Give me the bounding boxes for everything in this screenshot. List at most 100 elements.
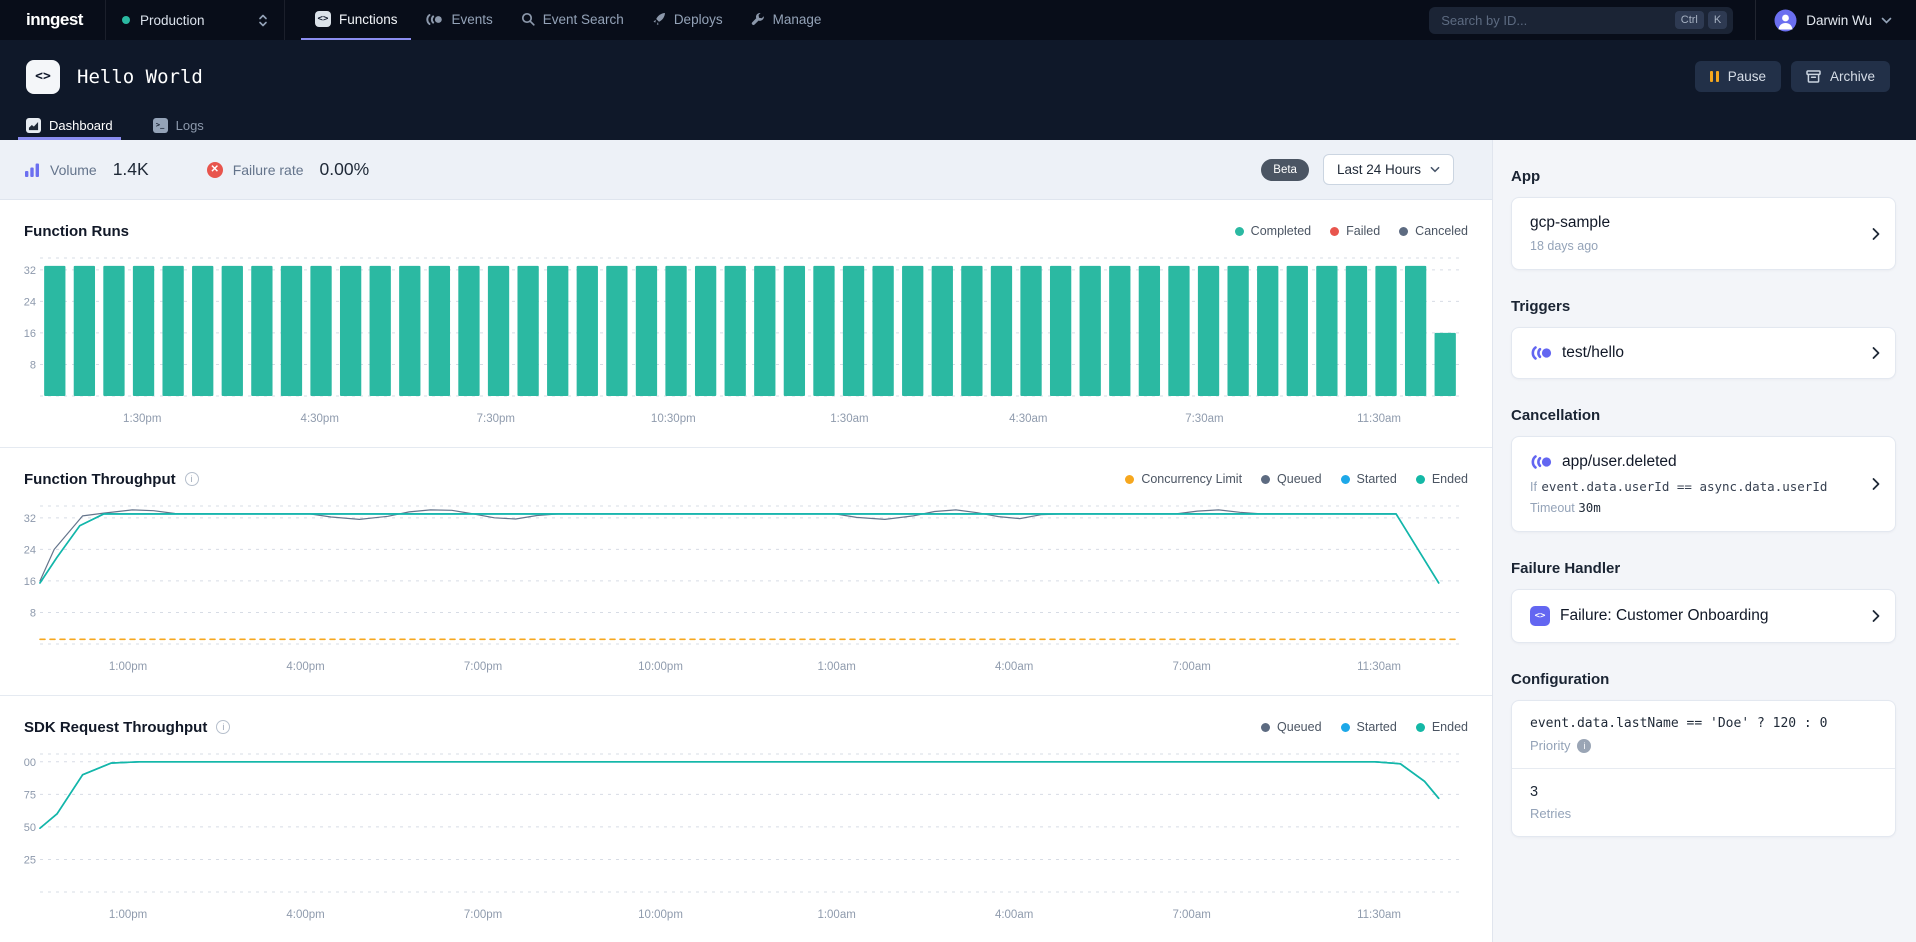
nav-item-functions[interactable]: <> Functions [301, 0, 412, 40]
content: Volume 1.4K ✕ Failure rate 0.00% Beta La… [0, 140, 1916, 942]
chevron-down-icon [1881, 17, 1892, 24]
function-runs-chart[interactable]: 81624321:30pm4:30pm7:30pm10:30pm1:30am4:… [24, 250, 1468, 428]
nav-item-manage[interactable]: Manage [737, 0, 836, 40]
nav-item-label: Events [451, 12, 492, 27]
archive-button[interactable]: Archive [1791, 61, 1890, 92]
tab-label: Logs [176, 118, 204, 133]
configuration-heading: Configuration [1511, 671, 1896, 688]
environment-selector[interactable]: Production [105, 0, 285, 40]
cancellation-timeout: Timeout 30m [1530, 500, 1855, 515]
search-input[interactable] [1441, 13, 1671, 28]
event-icon [1530, 455, 1552, 469]
tab-logs[interactable]: >_ Logs [145, 113, 212, 140]
charts-column: Volume 1.4K ✕ Failure rate 0.00% Beta La… [0, 140, 1492, 942]
failure-handler-name: Failure: Customer Onboarding [1560, 607, 1769, 625]
chevron-right-icon [1872, 347, 1880, 360]
pause-icon [1710, 71, 1719, 82]
configuration-card: event.data.lastName == 'Doe' ? 120 : 0 P… [1511, 700, 1896, 837]
cancellation-card[interactable]: app/user.deleted If event.data.userId ==… [1511, 436, 1896, 532]
timeout-value: 30m [1578, 500, 1601, 515]
chevron-up-down-icon [258, 13, 268, 28]
chart-legend: QueuedStartedEnded [1261, 720, 1468, 734]
sdk-request-throughput-chart[interactable]: 2550751001:00pm4:00pm7:00pm10:00pm1:00am… [24, 746, 1468, 924]
function-tabs: Dashboard >_ Logs [0, 113, 1916, 140]
bar-chart-icon [24, 162, 40, 178]
svg-text:1:00pm: 1:00pm [109, 661, 147, 673]
kbd-k: K [1708, 11, 1727, 29]
top-nav: inngest Production <> Functions Events [0, 0, 1916, 40]
cancellation-expression: event.data.userId == async.data.userId [1541, 479, 1827, 494]
svg-text:10:00pm: 10:00pm [638, 661, 683, 673]
svg-text:11:30am: 11:30am [1357, 661, 1401, 673]
legend-item: Queued [1261, 472, 1321, 486]
global-search[interactable]: Ctrl K [1429, 7, 1733, 34]
environment-label: Production [140, 13, 248, 28]
nav-item-events[interactable]: Events [411, 0, 506, 40]
event-icon [425, 13, 443, 26]
svg-text:75: 75 [24, 789, 36, 801]
legend-item: Ended [1416, 720, 1468, 734]
legend-item: Queued [1261, 720, 1321, 734]
svg-text:7:00pm: 7:00pm [464, 909, 502, 921]
legend-label: Started [1357, 472, 1397, 486]
svg-text:16: 16 [24, 328, 36, 340]
nav-item-label: Manage [773, 12, 822, 27]
svg-text:4:00am: 4:00am [995, 909, 1033, 921]
time-range-dropdown[interactable]: Last 24 Hours [1323, 154, 1454, 185]
svg-text:10:30pm: 10:30pm [651, 413, 696, 425]
chart-title: SDK Request Throughput [24, 719, 207, 736]
rocket-icon [652, 12, 666, 26]
function-icon: <> [315, 11, 331, 27]
volume-stat: Volume 1.4K [24, 159, 149, 180]
legend-label: Ended [1432, 720, 1468, 734]
if-label: If [1530, 480, 1537, 494]
inngest-logo[interactable]: inngest [0, 0, 105, 40]
legend-label: Ended [1432, 472, 1468, 486]
cancellation-event-name: app/user.deleted [1562, 453, 1677, 471]
app-card[interactable]: gcp-sample 18 days ago [1511, 197, 1896, 270]
chevron-right-icon [1872, 610, 1880, 623]
chart-header: Function Throughput i Concurrency LimitQ… [24, 466, 1468, 492]
trigger-card[interactable]: test/hello [1511, 327, 1896, 379]
legend-dot [1235, 227, 1244, 236]
legend-dot [1261, 723, 1270, 732]
cancellation-heading: Cancellation [1511, 407, 1896, 424]
retries-config: 3 Retries [1512, 769, 1895, 836]
priority-expression: event.data.lastName == 'Doe' ? 120 : 0 [1530, 716, 1877, 731]
triggers-heading: Triggers [1511, 298, 1896, 315]
legend-label: Queued [1277, 472, 1321, 486]
info-icon[interactable]: i [185, 472, 199, 486]
event-icon [1530, 346, 1552, 360]
nav-item-event-search[interactable]: Event Search [507, 0, 638, 40]
info-icon[interactable]: i [216, 720, 230, 734]
legend-label: Queued [1277, 720, 1321, 734]
nav-item-deploys[interactable]: Deploys [638, 0, 737, 40]
sdk-throughput-section: SDK Request Throughput i QueuedStartedEn… [0, 696, 1492, 942]
legend-label: Completed [1251, 224, 1311, 238]
tab-dashboard[interactable]: Dashboard [18, 113, 121, 140]
svg-text:100: 100 [24, 757, 36, 769]
svg-text:1:00am: 1:00am [817, 909, 855, 921]
info-icon[interactable]: i [1577, 739, 1591, 753]
failure-handler-card[interactable]: <> Failure: Customer Onboarding [1511, 589, 1896, 643]
legend-dot [1399, 227, 1408, 236]
user-menu[interactable]: Darwin Wu [1756, 9, 1916, 32]
svg-text:1:00am: 1:00am [817, 661, 855, 673]
function-throughput-chart[interactable]: 81624321:00pm4:00pm7:00pm10:00pm1:00am4:… [24, 498, 1468, 676]
svg-text:10:00pm: 10:00pm [638, 909, 683, 921]
svg-text:11:30am: 11:30am [1357, 413, 1401, 425]
timeout-label: Timeout [1530, 501, 1575, 515]
function-icon: <> [1530, 606, 1550, 626]
legend-dot [1341, 475, 1350, 484]
svg-text:16: 16 [24, 576, 36, 588]
nav-right: Ctrl K Darwin Wu [1429, 0, 1916, 40]
kbd-ctrl: Ctrl [1675, 11, 1704, 29]
legend-dot [1416, 723, 1425, 732]
pause-button[interactable]: Pause [1695, 61, 1781, 92]
legend-label: Failed [1346, 224, 1380, 238]
svg-text:32: 32 [24, 265, 36, 277]
svg-text:24: 24 [24, 296, 36, 308]
legend-label: Concurrency Limit [1141, 472, 1242, 486]
details-sidebar: App gcp-sample 18 days ago Triggers test… [1492, 140, 1916, 942]
app-heading: App [1511, 168, 1896, 185]
